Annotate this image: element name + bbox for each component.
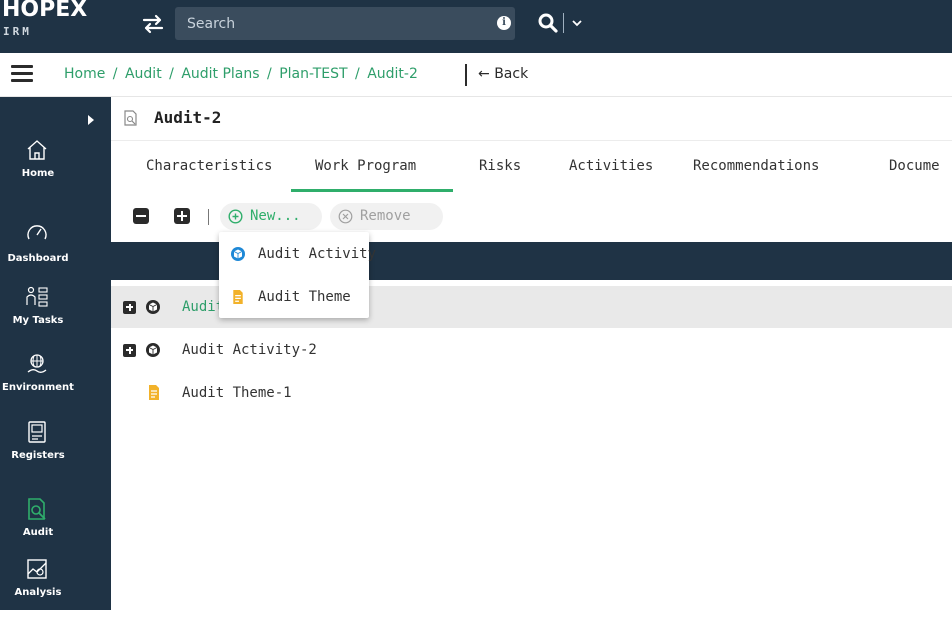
breadcrumb-audit[interactable]: Audit <box>125 66 162 82</box>
new-button-label: New... <box>250 208 301 224</box>
breadcrumb: Home / Audit / Audit Plans / Plan-TEST /… <box>64 66 418 82</box>
sidebar-item-audit[interactable]: Audit <box>0 497 111 563</box>
object-header: Audit-2 <box>111 97 952 141</box>
tab-recommendations[interactable]: Recommendations <box>693 158 819 174</box>
sidebar-item-label: Analysis <box>14 587 62 598</box>
sidebar-expand-icon[interactable] <box>88 115 94 125</box>
tab-activities[interactable]: Activities <box>569 158 653 174</box>
search-icon[interactable] <box>538 13 558 33</box>
sidebar-item-dashboard[interactable]: Dashboard <box>0 223 111 289</box>
active-tab-indicator <box>291 189 453 192</box>
chevron-down-icon[interactable] <box>572 18 582 28</box>
collapse-all-button[interactable] <box>133 208 149 224</box>
app-logo-sub: IRM <box>3 25 32 38</box>
audit-activity-icon <box>146 300 160 314</box>
app-logo[interactable]: HOPEX <box>2 0 87 22</box>
tasks-icon <box>26 286 48 307</box>
new-button[interactable]: New... <box>220 203 322 230</box>
sidebar-item-label: Environment <box>2 382 74 393</box>
table-row[interactable]: Audit Activity-2 <box>111 329 952 371</box>
row-label[interactable]: Audit Activity-2 <box>182 342 317 358</box>
audit-theme-icon <box>149 385 159 400</box>
info-icon[interactable]: i <box>497 16 511 30</box>
tab-characteristics[interactable]: Characteristics <box>146 158 272 174</box>
row-label[interactable]: Audit Theme-1 <box>182 385 292 401</box>
breadcrumb-separator: / <box>267 66 272 82</box>
menu-icon[interactable] <box>11 65 33 83</box>
breadcrumb-plan-test[interactable]: Plan-TEST <box>279 66 347 82</box>
search-input[interactable] <box>187 7 477 40</box>
sidebar-item-analysis[interactable]: Analysis <box>0 557 111 623</box>
toolbar-divider <box>208 209 209 225</box>
home-icon <box>27 140 47 160</box>
breadcrumb-home[interactable]: Home <box>64 66 105 82</box>
expand-all-button[interactable] <box>174 208 190 224</box>
breadcrumb-audit-2[interactable]: Audit-2 <box>367 66 418 82</box>
search-box: i <box>175 7 515 40</box>
tab-bar: Characteristics Work Program Risks Activ… <box>111 141 952 193</box>
back-label: Back <box>494 66 529 82</box>
sidebar-item-label: Audit <box>22 527 54 538</box>
sidebar-item-registers[interactable]: Registers <box>0 420 111 486</box>
tab-documents[interactable]: Docume <box>889 158 940 174</box>
tab-work-program[interactable]: Work Program <box>315 158 416 174</box>
remove-button-label: Remove <box>360 208 411 224</box>
sidebar-item-label: My Tasks <box>12 315 64 326</box>
remove-button[interactable]: Remove <box>330 203 443 230</box>
audit-document-icon <box>124 110 137 126</box>
sidebar: Home Dashboard My Tasks Environment Regi… <box>0 97 111 610</box>
swap-icon[interactable] <box>142 14 164 34</box>
audit-theme-icon <box>233 289 243 305</box>
row-label[interactable]: Audit <box>182 299 224 315</box>
breadcrumb-audit-plans[interactable]: Audit Plans <box>181 66 259 82</box>
sidebar-item-label: Registers <box>11 450 65 461</box>
expand-row-button[interactable] <box>123 301 136 314</box>
audit-activity-icon <box>146 343 160 357</box>
breadcrumb-separator: / <box>355 66 360 82</box>
audit-activity-icon <box>231 247 245 261</box>
back-button[interactable]: ← Back <box>478 66 528 82</box>
sidebar-item-label: Dashboard <box>7 253 69 264</box>
analysis-icon <box>27 559 47 579</box>
menu-item-audit-activity[interactable]: Audit Activity <box>219 234 376 274</box>
expand-row-button[interactable] <box>123 344 136 357</box>
top-header: HOPEX IRM i <box>0 0 952 53</box>
remove-circle-icon <box>338 209 353 224</box>
environment-icon <box>27 354 47 373</box>
add-circle-icon <box>228 209 243 224</box>
new-dropdown-menu: Audit Activity Audit Theme <box>219 232 376 318</box>
audit-icon <box>28 498 46 520</box>
breadcrumb-divider <box>465 64 467 86</box>
menu-item-audit-theme[interactable]: Audit Theme <box>219 277 369 317</box>
breadcrumb-separator: / <box>169 66 174 82</box>
dashboard-icon <box>27 225 47 240</box>
arrow-left-icon: ← <box>478 66 490 82</box>
sidebar-item-label: Home <box>21 168 55 179</box>
breadcrumb-separator: / <box>112 66 118 82</box>
breadcrumb-bar: Home / Audit / Audit Plans / Plan-TEST /… <box>0 53 952 97</box>
page-title: Audit-2 <box>154 108 222 127</box>
registers-icon <box>28 421 46 443</box>
sidebar-item-home[interactable]: Home <box>0 138 111 204</box>
sidebar-item-my-tasks[interactable]: My Tasks <box>0 285 111 351</box>
toolbar: New... Remove <box>111 200 952 234</box>
sidebar-item-environment[interactable]: Environment <box>0 352 111 418</box>
divider <box>563 13 564 33</box>
tab-risks[interactable]: Risks <box>479 158 521 174</box>
table-row[interactable]: Audit Theme-1 <box>111 372 952 414</box>
menu-item-label: Audit Theme <box>258 289 351 305</box>
menu-item-label: Audit Activity <box>258 246 377 262</box>
